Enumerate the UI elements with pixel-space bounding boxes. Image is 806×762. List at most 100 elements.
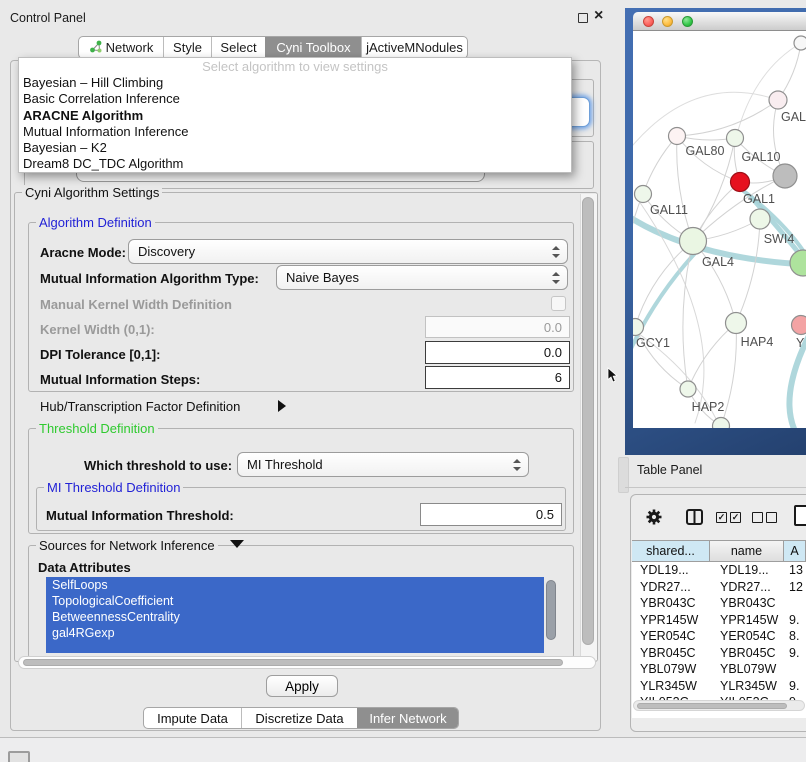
node-label-gal1: GAL1 bbox=[743, 192, 775, 206]
table-cell: YBL079W bbox=[710, 661, 784, 678]
algorithm-option-mutual-information-inference[interactable]: Mutual Information Inference bbox=[19, 124, 571, 140]
attribute-item-topologicalcoefficient[interactable]: TopologicalCoefficient bbox=[46, 593, 544, 609]
split-columns-icon[interactable] bbox=[686, 509, 703, 525]
algorithm-option-bayesian-hill-climbing[interactable]: Bayesian – Hill Climbing bbox=[19, 75, 571, 91]
network-window-titlebar[interactable] bbox=[633, 12, 806, 31]
minimize-traffic-light[interactable] bbox=[662, 16, 673, 27]
manual-kernel-checkbox[interactable] bbox=[551, 296, 566, 311]
hub-definition-label[interactable]: Hub/Transcription Factor Definition bbox=[40, 399, 240, 414]
attribute-item-betweennesscentrality[interactable]: BetweennessCentrality bbox=[46, 609, 544, 625]
network-node-gal11[interactable] bbox=[635, 186, 652, 203]
table-row[interactable]: YBR043CYBR043C bbox=[632, 595, 806, 612]
table-cell: 12 bbox=[784, 579, 806, 596]
apply-button[interactable]: Apply bbox=[266, 675, 338, 697]
tab-style[interactable]: Style bbox=[163, 37, 211, 58]
network-node-gcy1[interactable] bbox=[633, 319, 644, 336]
mi-threshold-field[interactable]: 0.5 bbox=[420, 503, 562, 526]
table-cell: YBR043C bbox=[710, 595, 784, 612]
tab-jactivemnodules[interactable]: jActiveMNodules bbox=[361, 37, 467, 58]
mi-steps-field[interactable]: 6 bbox=[425, 366, 570, 389]
which-threshold-value: MI Threshold bbox=[247, 457, 323, 472]
data-attributes-label: Data Attributes bbox=[38, 560, 131, 575]
algorithm-option-aracne-algorithm[interactable]: ARACNE Algorithm bbox=[19, 108, 571, 124]
network-node-swi4[interactable] bbox=[750, 209, 770, 229]
select-all-checkbox-icon[interactable]: ✓ bbox=[716, 512, 727, 523]
zoom-traffic-light[interactable] bbox=[682, 16, 693, 27]
tab-cyni-toolbox[interactable]: Cyni Toolbox bbox=[265, 37, 361, 58]
column-header-name[interactable]: name bbox=[710, 541, 784, 561]
bottom-tab-impute-data[interactable]: Impute Data bbox=[144, 708, 241, 728]
table-row[interactable]: YLR345WYLR345W9. bbox=[632, 678, 806, 695]
node-label-gcy1: GCY1 bbox=[636, 336, 670, 350]
attributes-scrollbar-thumb[interactable] bbox=[546, 580, 556, 640]
sources-title-text: Sources for Network Inference bbox=[39, 538, 215, 553]
bottom-tab-discretize-data[interactable]: Discretize Data bbox=[241, 708, 357, 728]
network-node-hap2[interactable] bbox=[680, 381, 696, 397]
network-view-canvas[interactable]: GALGAL80GAL10GAL1GAL11GAL4SWI4GCY1HAP4YH… bbox=[633, 31, 806, 428]
network-node-gal80[interactable] bbox=[669, 128, 686, 145]
network-node[interactable] bbox=[794, 36, 806, 50]
algorithm-option-basic-correlation-inference[interactable]: Basic Correlation Inference bbox=[19, 91, 571, 107]
tab-select[interactable]: Select bbox=[211, 37, 265, 58]
network-edge bbox=[633, 194, 643, 327]
collapsed-panel-button[interactable] bbox=[8, 751, 30, 762]
column-header-a[interactable]: A bbox=[784, 541, 806, 561]
network-icon bbox=[89, 40, 102, 56]
mi-type-label: Mutual Information Algorithm Type: bbox=[40, 271, 259, 286]
settings-scrollbar-thumb[interactable] bbox=[582, 197, 594, 645]
table-cell: YBR045C bbox=[710, 645, 784, 662]
aracne-mode-combobox[interactable]: Discovery bbox=[128, 239, 568, 264]
dpi-tolerance-label: DPI Tolerance [0,1]: bbox=[40, 347, 160, 362]
settings-hscrollbar-thumb[interactable] bbox=[23, 659, 563, 666]
table-row[interactable]: YPR145WYPR145W9. bbox=[632, 612, 806, 629]
table-cell: YDR27... bbox=[632, 579, 710, 596]
table-cell: YBR045C bbox=[632, 645, 710, 662]
table-row[interactable]: YDR27...YDR27...12 bbox=[632, 579, 806, 596]
node-label-y: Y bbox=[796, 336, 805, 350]
network-node[interactable] bbox=[713, 418, 730, 429]
deselect-all-checkbox-icon[interactable] bbox=[752, 512, 763, 523]
float-window-icon[interactable] bbox=[578, 13, 588, 23]
attribute-item-selfloops[interactable]: SelfLoops bbox=[46, 577, 544, 593]
algorithm-option-bayesian-k2[interactable]: Bayesian – K2 bbox=[19, 140, 571, 156]
table-cell bbox=[784, 661, 806, 678]
algorithm-option-dream8-dc-tdc-algorithm[interactable]: Dream8 DC_TDC Algorithm bbox=[19, 156, 571, 172]
expand-right-icon[interactable] bbox=[278, 400, 286, 412]
column-header-shared-[interactable]: shared... bbox=[632, 541, 710, 561]
network-node-gal1[interactable] bbox=[731, 173, 750, 192]
network-node-y[interactable] bbox=[792, 316, 806, 335]
screen: Control Panel × NetworkStyleSelectCyni T… bbox=[0, 0, 806, 762]
table-hscrollbar-track[interactable] bbox=[633, 700, 805, 711]
bottom-tab-infer-network[interactable]: Infer Network bbox=[357, 708, 458, 728]
table-row[interactable]: YER054CYER054C8. bbox=[632, 628, 806, 645]
mi-type-combobox[interactable]: Naive Bayes bbox=[276, 265, 568, 290]
network-edge bbox=[677, 100, 778, 136]
mouse-cursor bbox=[607, 367, 618, 388]
which-threshold-combobox[interactable]: MI Threshold bbox=[237, 452, 529, 477]
table-row[interactable]: YDL19...YDL19...13 bbox=[632, 562, 806, 579]
file-icon[interactable] bbox=[794, 505, 806, 526]
attribute-item-gal4rgexp[interactable]: gal4RGexp bbox=[46, 625, 544, 641]
gear-icon[interactable] bbox=[645, 508, 663, 526]
table-row[interactable]: YBL079WYBL079W bbox=[632, 661, 806, 678]
deselect-all-checkbox-icon[interactable] bbox=[766, 512, 777, 523]
settings-hscrollbar-track[interactable] bbox=[18, 656, 596, 669]
network-node-gal4[interactable] bbox=[680, 228, 707, 255]
tab-network[interactable]: Network bbox=[79, 37, 163, 58]
aracne-mode-value: Discovery bbox=[138, 244, 195, 259]
network-node[interactable] bbox=[773, 164, 797, 188]
dpi-tolerance-field[interactable]: 0.0 bbox=[425, 341, 570, 364]
network-node[interactable] bbox=[790, 250, 806, 276]
table-header-row: shared...nameA bbox=[632, 540, 806, 562]
table-hscrollbar-thumb[interactable] bbox=[637, 703, 787, 709]
close-traffic-light[interactable] bbox=[643, 16, 654, 27]
kernel-width-field[interactable]: 0.0 bbox=[425, 316, 570, 338]
table-row[interactable]: YBR045CYBR045C9. bbox=[632, 645, 806, 662]
network-node-gal10[interactable] bbox=[727, 130, 744, 147]
network-node-hap4[interactable] bbox=[726, 313, 747, 334]
network-node-gal[interactable] bbox=[769, 91, 787, 109]
network-edge bbox=[633, 92, 778, 151]
select-all-checkbox-icon[interactable]: ✓ bbox=[730, 512, 741, 523]
close-window-icon[interactable]: × bbox=[594, 6, 603, 26]
collapse-down-icon[interactable] bbox=[230, 540, 244, 548]
